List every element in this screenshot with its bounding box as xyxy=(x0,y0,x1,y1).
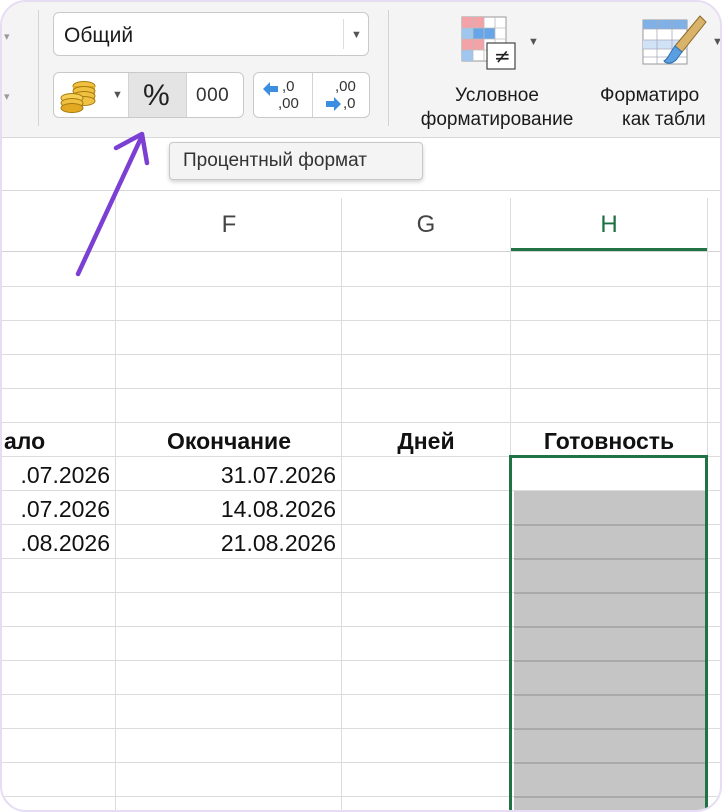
percent-label: % xyxy=(143,79,170,112)
cell-end[interactable]: 21.08.2026 xyxy=(116,526,336,560)
column-header-h[interactable]: H xyxy=(510,198,708,252)
thousands-label: 000 xyxy=(196,85,230,106)
currency-button[interactable] xyxy=(54,73,110,117)
number-format-buttons: ▼ % 000 xyxy=(53,72,244,118)
decimal-buttons: ,0 ,00 ,00 ,0 xyxy=(253,72,370,118)
window-frame: ▾ ▾ Общий ▼ ▼ % 000 ,0 ,00 ,00 ,0 ≠ ▼ Ус… xyxy=(0,0,722,812)
ribbon: ▾ ▾ Общий ▼ ▼ % 000 ,0 ,00 ,00 ,0 ≠ ▼ Ус… xyxy=(2,2,720,138)
conditional-formatting-icon: ≠ xyxy=(461,16,516,70)
format-as-table-label: Форматиро как табли xyxy=(600,85,706,130)
ribbon-divider xyxy=(388,10,389,126)
ribbon-divider xyxy=(38,10,39,126)
header-progress[interactable]: Готовность xyxy=(510,424,708,458)
decimal-label-top: ,00 xyxy=(335,78,356,95)
row-divider xyxy=(2,320,720,321)
selection-range xyxy=(509,455,708,810)
cell-end[interactable]: 31.07.2026 xyxy=(116,458,336,492)
decimal-label-bottom: ,00 xyxy=(278,95,299,112)
chevron-down-icon[interactable]: ▼ xyxy=(528,36,539,48)
conditional-formatting-label: Условное форматирование xyxy=(420,85,574,130)
header-start[interactable]: ало xyxy=(4,424,45,458)
header-end[interactable]: Окончание xyxy=(116,424,342,458)
decrease-decimal-button[interactable]: ,00 ,0 xyxy=(313,73,369,117)
decimal-label-top: ,0 xyxy=(282,78,295,95)
row-divider xyxy=(2,422,720,423)
chevron-down-icon[interactable]: ▼ xyxy=(712,36,720,48)
column-divider xyxy=(341,198,342,810)
percent-style-button[interactable]: % xyxy=(129,73,186,117)
decimal-label-bottom: ,0 xyxy=(343,95,356,112)
cell-start[interactable]: .08.2026 xyxy=(2,526,110,560)
arrow-right-icon xyxy=(326,97,341,111)
svg-text:≠: ≠ xyxy=(494,44,511,68)
cell-end[interactable]: 14.08.2026 xyxy=(116,492,336,526)
combo-divider xyxy=(343,19,344,49)
thousands-separator-button[interactable]: 000 xyxy=(187,73,243,117)
chevron-down-icon[interactable]: ▾ xyxy=(4,30,10,43)
column-header-g[interactable]: G xyxy=(342,198,510,252)
tooltip: Процентный формат xyxy=(169,142,423,180)
row-divider xyxy=(2,388,720,389)
chevron-down-icon[interactable]: ▼ xyxy=(351,29,362,41)
number-format-value: Общий xyxy=(64,24,134,47)
row-divider xyxy=(2,354,720,355)
increase-decimal-button[interactable]: ,0 ,00 xyxy=(254,73,312,117)
number-format-dropdown[interactable]: Общий ▼ xyxy=(53,12,369,56)
header-days[interactable]: Дней xyxy=(342,424,510,458)
coins-icon xyxy=(60,81,96,113)
annotation-arrow-icon xyxy=(75,131,150,277)
cell-start[interactable]: .07.2026 xyxy=(2,458,110,492)
chevron-down-icon[interactable]: ▾ xyxy=(4,90,10,103)
cell-start[interactable]: .07.2026 xyxy=(2,492,110,526)
chevron-down-icon[interactable]: ▼ xyxy=(112,89,123,101)
arrow-left-icon xyxy=(263,82,278,96)
format-as-table-icon xyxy=(642,15,707,65)
